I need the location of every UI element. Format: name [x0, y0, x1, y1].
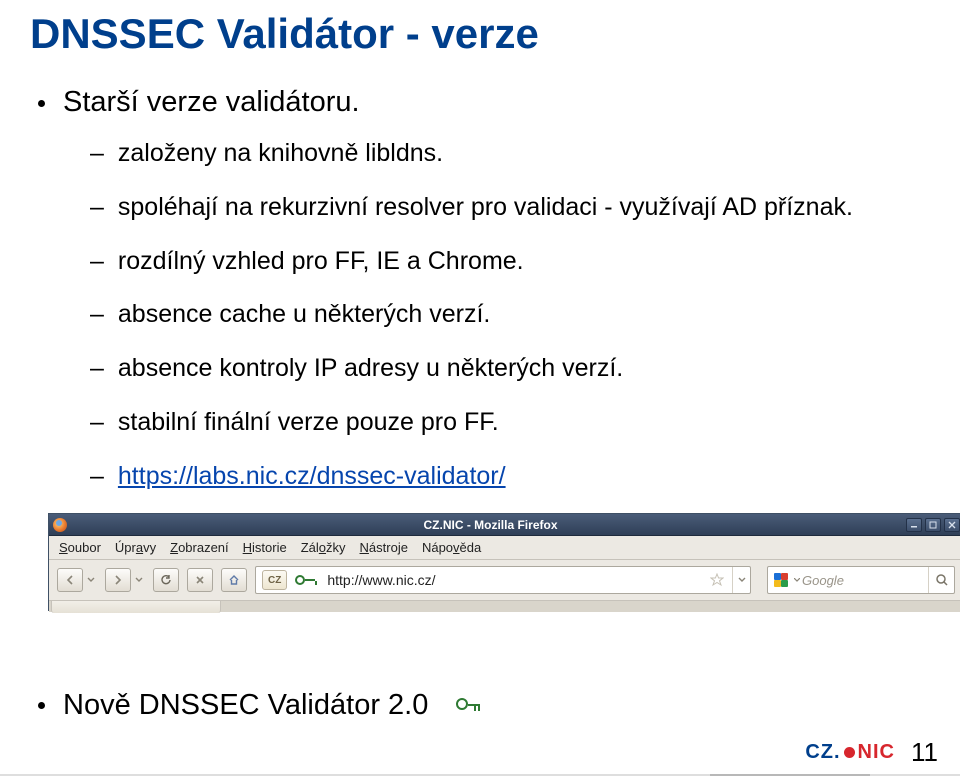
bullet-level1: Starší verze validátoru. — [38, 86, 930, 119]
maximize-button[interactable] — [925, 518, 941, 532]
menu-item-view[interactable]: Zobrazení — [170, 540, 229, 555]
bullet-level1-bottom: Nově DNSSEC Validátor 2.0 — [38, 689, 482, 722]
site-identity-badge[interactable]: CZ — [262, 570, 287, 590]
sub-bullet-text: založeny na knihovně libldns. — [118, 137, 443, 171]
sub-bullet-item: – založeny na knihovně libldns. — [90, 137, 930, 171]
stop-button[interactable] — [187, 568, 213, 592]
url-text[interactable]: http://www.nic.cz/ — [323, 572, 704, 588]
bottom-bullet-text: Nově DNSSEC Validátor 2.0 — [63, 689, 428, 722]
browser-tab[interactable] — [51, 601, 221, 613]
sub-bullet-text: absence kontroly IP adresy u některých v… — [118, 352, 623, 386]
dash-icon: – — [90, 191, 104, 225]
menu-item-edit[interactable]: Úpravy — [115, 540, 156, 555]
page-number: 11 — [911, 737, 938, 768]
close-button[interactable] — [944, 518, 960, 532]
logo-dot-icon — [844, 747, 855, 758]
search-placeholder: Google — [802, 573, 928, 588]
minimize-button[interactable] — [906, 518, 922, 532]
menu-item-bookmarks[interactable]: Záložky — [301, 540, 346, 555]
back-dropdown-icon[interactable] — [85, 568, 97, 592]
google-icon — [774, 573, 788, 587]
search-bar[interactable]: Google — [767, 566, 955, 594]
logo-cz: CZ. — [805, 741, 840, 764]
menu-item-file[interactable]: Soubor — [59, 540, 101, 555]
dash-icon: – — [90, 137, 104, 171]
sub-bullet-item: – spoléhají na rekurzivní resolver pro v… — [90, 191, 930, 225]
sub-bullet-item: – absence kontroly IP adresy u některých… — [90, 352, 930, 386]
search-go-icon[interactable] — [928, 567, 954, 593]
dnssec-key-icon — [295, 573, 317, 587]
sub-bullet-list: – založeny na knihovně libldns. – spoléh… — [90, 137, 930, 493]
logo-nic: NIC — [858, 741, 895, 764]
search-engine-dropdown-icon[interactable] — [794, 578, 802, 583]
back-button[interactable] — [57, 568, 83, 592]
window-title-text: CZ.NIC - Mozilla Firefox — [75, 518, 906, 532]
sub-bullet-item-link: – https://labs.nic.cz/dnssec-validator/ — [90, 460, 930, 494]
reload-button[interactable] — [153, 568, 179, 592]
toolbar: CZ http://www.nic.cz/ Google — [49, 560, 960, 600]
dash-icon: – — [90, 298, 104, 332]
sub-bullet-item: – rozdílný vzhled pro FF, IE a Chrome. — [90, 245, 930, 279]
firefox-screenshot: CZ.NIC - Mozilla Firefox Soubor Úpravy Z… — [48, 513, 960, 611]
footer-divider — [0, 774, 960, 776]
menu-bar: Soubor Úpravy Zobrazení Historie Záložky… — [49, 536, 960, 560]
url-dropdown-icon[interactable] — [732, 567, 750, 593]
sub-bullet-text: stabilní finální verze pouze pro FF. — [118, 406, 499, 440]
cznic-logo: CZ. NIC — [805, 741, 895, 764]
home-button[interactable] — [221, 568, 247, 592]
sub-bullet-text: rozdílný vzhled pro FF, IE a Chrome. — [118, 245, 524, 279]
tab-bar — [49, 600, 960, 612]
firefox-icon — [53, 518, 67, 532]
bullet-text: Starší verze validátoru. — [63, 86, 360, 119]
slide-footer: CZ. NIC 11 — [805, 737, 938, 768]
bullet-dot-icon — [38, 100, 45, 107]
window-titlebar: CZ.NIC - Mozilla Firefox — [49, 514, 960, 536]
bullet-dot-icon — [38, 702, 45, 709]
forward-button[interactable] — [105, 568, 131, 592]
sub-bullet-item: – absence cache u některých verzí. — [90, 298, 930, 332]
dash-icon: – — [90, 245, 104, 279]
dash-icon: – — [90, 406, 104, 440]
forward-dropdown-icon[interactable] — [133, 568, 145, 592]
sub-bullet-item: – stabilní finální verze pouze pro FF. — [90, 406, 930, 440]
slide-title: DNSSEC Validátor - verze — [30, 10, 930, 58]
bookmark-star-icon[interactable] — [710, 573, 726, 587]
dash-icon: – — [90, 352, 104, 386]
window-buttons — [906, 518, 960, 532]
menu-item-tools[interactable]: Nástroje — [360, 540, 408, 555]
sub-bullet-text: spoléhají na rekurzivní resolver pro val… — [118, 191, 853, 225]
dnssec-key-icon — [456, 698, 482, 714]
menu-item-history[interactable]: Historie — [243, 540, 287, 555]
validator-link[interactable]: https://labs.nic.cz/dnssec-validator/ — [118, 460, 506, 494]
menu-item-help[interactable]: Nápověda — [422, 540, 481, 555]
dash-icon: – — [90, 460, 104, 494]
sub-bullet-text: absence cache u některých verzí. — [118, 298, 490, 332]
url-bar[interactable]: CZ http://www.nic.cz/ — [255, 566, 751, 594]
